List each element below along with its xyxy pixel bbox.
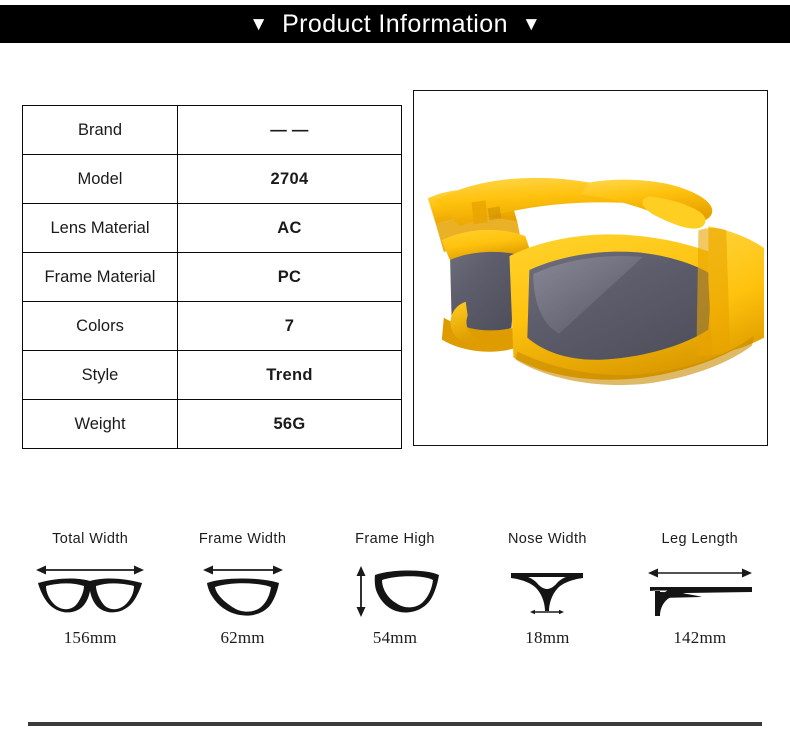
spec-key-model: Model: [22, 154, 178, 204]
chevron-down-icon-left: ▼: [249, 13, 269, 35]
measurement-frame-high: Frame High 54mm: [319, 528, 471, 658]
spec-value-weight: 56G: [177, 399, 402, 449]
measurement-label: Frame Width: [198, 531, 287, 547]
spec-key-brand: Brand: [22, 105, 178, 155]
measurement-label: Total Width: [52, 531, 129, 547]
measurement-label: Leg Length: [661, 531, 739, 547]
spec-key-colors: Colors: [22, 301, 178, 351]
measurement-leg-length: Leg Length 142mm: [624, 528, 776, 658]
measurement-nose-width: Nose Width 18mm: [471, 528, 623, 658]
measurement-value: 142mm: [673, 628, 727, 647]
glasses-single-lens-height-icon: [330, 559, 460, 621]
measurement-total-width: Total Width 156mm: [14, 528, 166, 658]
spec-value-model: 2704: [177, 154, 402, 204]
spec-value-brand: — —: [177, 105, 402, 155]
table-row: Weight 56G: [22, 399, 402, 449]
spec-key-lens-material: Lens Material: [22, 203, 178, 253]
glasses-single-lens-width-icon: [178, 559, 308, 621]
measurement-value: 54mm: [372, 628, 418, 647]
product-photo: [413, 90, 768, 446]
specification-table: Brand — — Model 2704 Lens Material AC Fr…: [22, 105, 402, 449]
table-row: Frame Material PC: [22, 252, 402, 302]
spec-key-weight: Weight: [22, 399, 178, 449]
table-row: Style Trend: [22, 350, 402, 400]
measurement-value: 156mm: [63, 628, 117, 647]
spec-value-style: Trend: [177, 350, 402, 400]
spec-key-style: Style: [22, 350, 178, 400]
sunglasses-illustration: [427, 177, 765, 386]
spec-key-frame-material: Frame Material: [22, 252, 178, 302]
measurement-value: 62mm: [220, 628, 265, 647]
measurements-row: Total Width 156mm Frame Width 62mm Frame…: [14, 528, 776, 658]
table-row: Brand — —: [22, 105, 402, 155]
measurement-label: Nose Width: [507, 531, 587, 547]
table-row: Lens Material AC: [22, 203, 402, 253]
spec-value-frame-material: PC: [177, 252, 402, 302]
table-row: Model 2704: [22, 154, 402, 204]
chevron-down-icon-right: ▼: [521, 13, 541, 35]
measurement-frame-width: Frame Width 62mm: [166, 528, 318, 658]
glasses-full-frame-icon: [25, 559, 155, 621]
footer-divider: [28, 722, 762, 726]
glasses-temple-arm-icon: [635, 559, 765, 621]
spec-value-colors: 7: [177, 301, 402, 351]
table-row: Colors 7: [22, 301, 402, 351]
product-information-header: ▼ Product Information ▼: [0, 5, 790, 43]
glasses-nose-bridge-icon: [482, 559, 612, 621]
measurement-label: Frame High: [355, 531, 435, 547]
spec-value-lens-material: AC: [177, 203, 402, 253]
page-title: Product Information: [282, 9, 508, 38]
measurement-value: 18mm: [525, 628, 570, 647]
